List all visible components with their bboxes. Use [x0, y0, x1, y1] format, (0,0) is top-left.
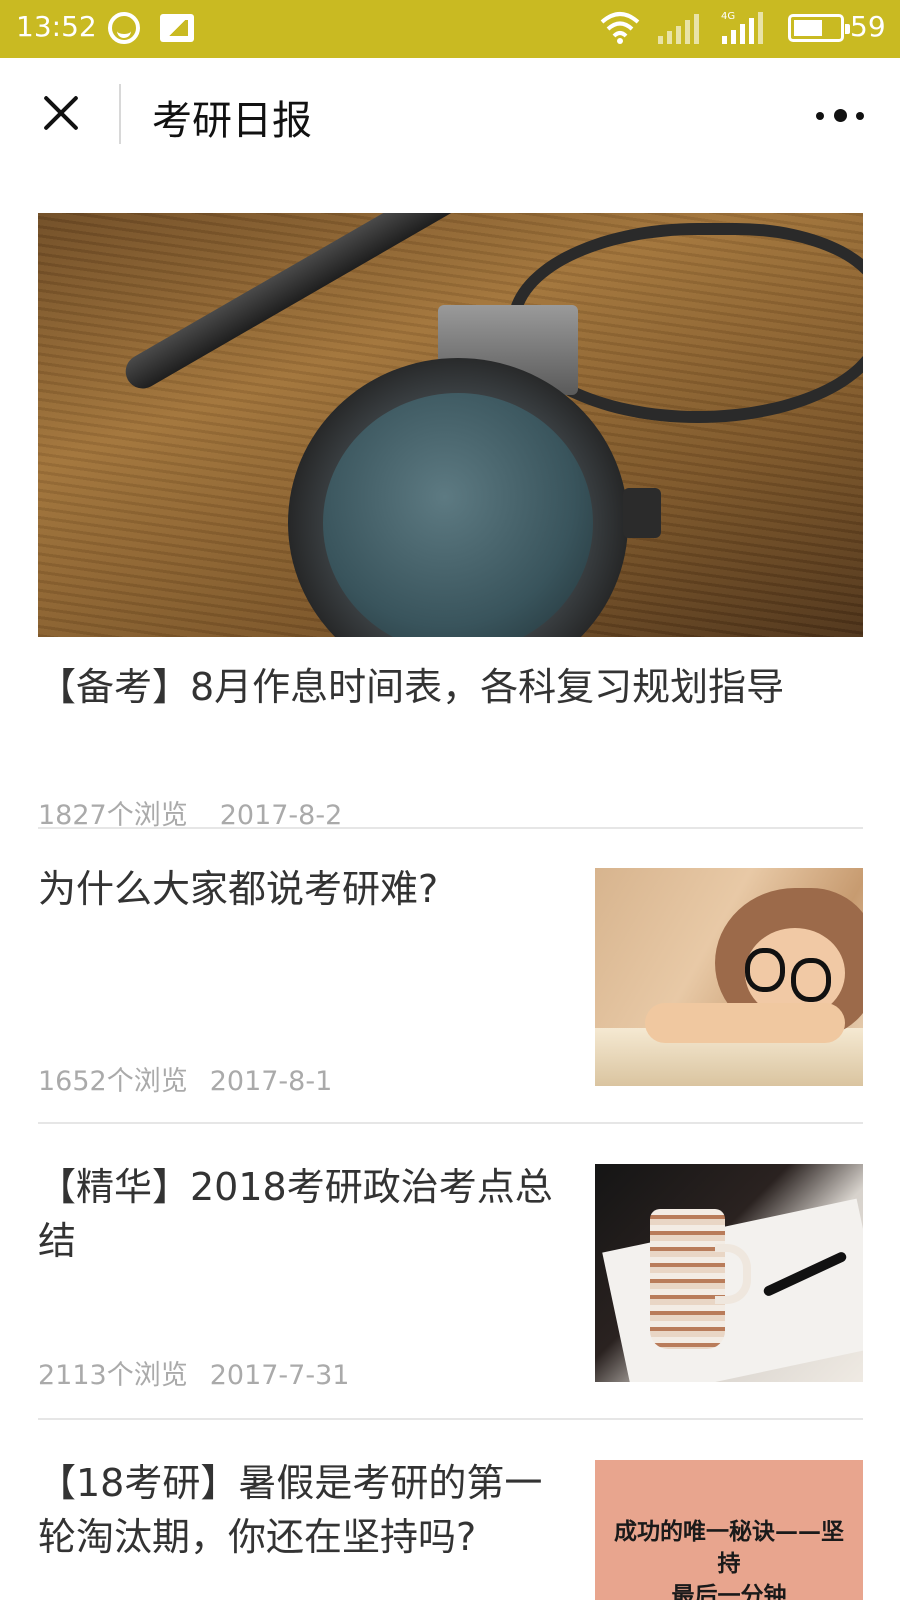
article-title[interactable]: 【精华】2018考研政治考点总结: [38, 1160, 568, 1268]
featured-article-title[interactable]: 【备考】8月作息时间表，各科复习规划指导: [38, 660, 868, 714]
battery-percent: 59: [850, 10, 886, 43]
notification-image-icon: [160, 14, 194, 42]
list-item[interactable]: 【18考研】暑假是考研的第一轮淘汰期，你还在坚持吗? 成功的唯一秘诀——坚持 最…: [0, 1456, 900, 1600]
list-divider: [38, 1122, 863, 1124]
battery-icon: [788, 14, 850, 42]
article-thumbnail[interactable]: 成功的唯一秘诀——坚持 最后一分钟: [595, 1460, 863, 1600]
list-item[interactable]: 为什么大家都说考研难? 1652个浏览 2017-8-1: [0, 862, 900, 1122]
svg-text:4G: 4G: [721, 11, 735, 22]
view-count: 2113个浏览: [38, 1360, 188, 1391]
page-title: 考研日报: [152, 98, 312, 144]
list-item[interactable]: 【精华】2018考研政治考点总结 2113个浏览 2017-7-31: [0, 1160, 900, 1418]
article-meta: 1652个浏览 2017-8-1: [38, 1059, 332, 1098]
featured-article-image[interactable]: [38, 213, 863, 637]
notification-app-icon: [108, 12, 140, 44]
list-divider: [38, 1418, 863, 1420]
publish-date: 2017-8-1: [209, 1066, 333, 1097]
signal-4g-icon: 4G: [721, 11, 763, 44]
view-count: 1652个浏览: [38, 1066, 188, 1097]
title-divider: [119, 84, 121, 144]
status-bar: 13:52 4G 59: [0, 0, 900, 58]
publish-date: 2017-7-31: [209, 1360, 350, 1391]
close-icon[interactable]: [34, 86, 88, 140]
title-bar: 考研日报: [0, 58, 900, 172]
signal-strength-icon: [658, 14, 699, 44]
more-dots-icon[interactable]: [810, 98, 880, 132]
article-meta: 2113个浏览 2017-7-31: [38, 1353, 349, 1392]
article-title[interactable]: 为什么大家都说考研难?: [38, 862, 568, 916]
article-title[interactable]: 【18考研】暑假是考研的第一轮淘汰期，你还在坚持吗?: [38, 1456, 568, 1564]
status-time: 13:52: [16, 10, 97, 43]
wifi-icon: [600, 12, 640, 44]
list-divider: [38, 827, 863, 829]
thumbnail-quote-text: 成功的唯一秘诀——坚持 最后一分钟: [614, 1518, 844, 1600]
article-thumbnail[interactable]: [595, 868, 863, 1086]
article-thumbnail[interactable]: [595, 1164, 863, 1382]
